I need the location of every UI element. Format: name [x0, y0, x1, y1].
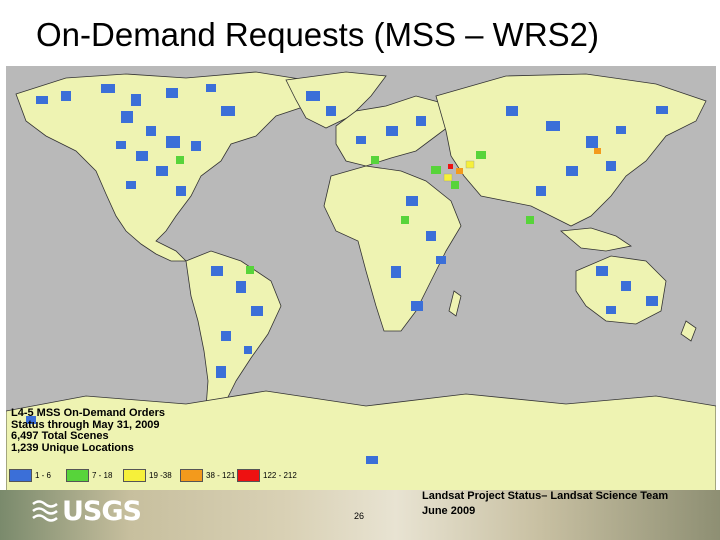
usgs-wave-icon [32, 500, 58, 522]
footer-caption: Landsat Project Status– Landsat Science … [422, 489, 668, 519]
usgs-logo: USGS [32, 494, 142, 528]
legend-swatch [9, 469, 32, 482]
legend-swatch [123, 469, 146, 482]
legend-label: 38 - 121 [206, 471, 236, 480]
legend-info: L4-5 MSS On-Demand Orders Status through… [11, 407, 211, 454]
footer-line-1: Landsat Project Status– Landsat Science … [422, 490, 669, 502]
legend-item: 19 -38 [123, 469, 177, 482]
legend-swatch [66, 469, 89, 482]
usgs-logo-text: USGS [62, 495, 142, 527]
page-number: 26 [354, 511, 365, 521]
legend-label: 122 - 212 [263, 471, 297, 480]
legend-classes: 1 - 6 7 - 18 19 -38 38 - 121 122 - 212 [9, 469, 297, 482]
slide-title: On-Demand Requests (MSS – WRS2) [36, 16, 600, 53]
legend-unique-locations: 1,239 Unique Locations [11, 441, 134, 454]
legend-label: 1 - 6 [35, 471, 52, 480]
footer-line-2: June 2009 [422, 505, 476, 517]
legend-label: 19 -38 [149, 471, 172, 480]
legend-label: 7 - 18 [92, 471, 113, 480]
legend-item: 7 - 18 [66, 469, 120, 482]
legend-title: L4-5 MSS On-Demand Orders [11, 407, 166, 419]
legend-item: 1 - 6 [9, 469, 63, 482]
legend-swatch [237, 469, 260, 482]
legend-total-scenes: 6,497 Total Scenes [11, 430, 109, 442]
legend-item: 122 - 212 [237, 469, 297, 482]
legend-item: 38 - 121 [180, 469, 236, 482]
legend-swatch [180, 469, 203, 482]
